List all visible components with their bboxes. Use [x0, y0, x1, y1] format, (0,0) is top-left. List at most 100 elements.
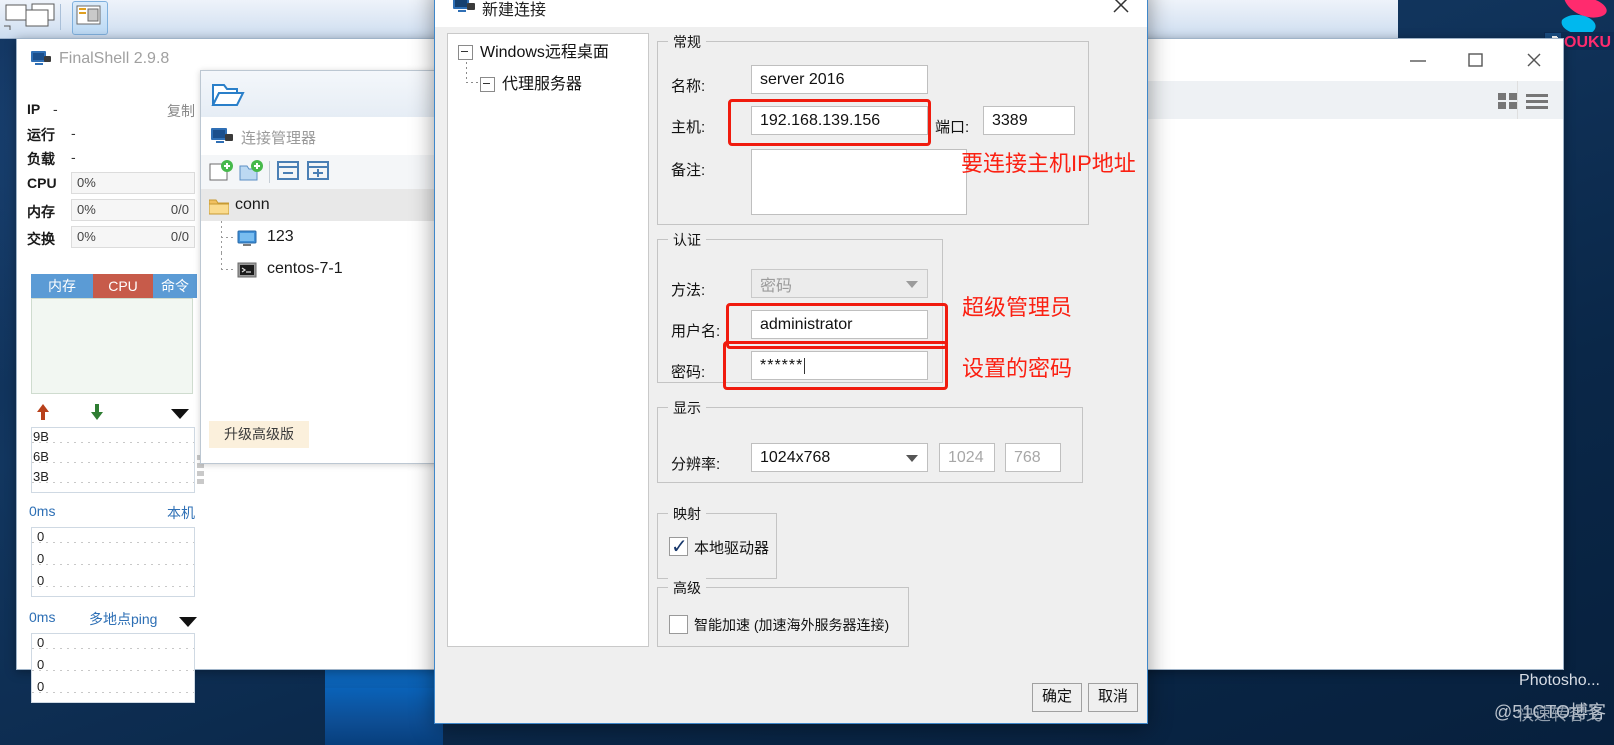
finalshell-title: FinalShell 2.9.8 [59, 50, 170, 67]
dialog-close-button[interactable] [1095, 0, 1147, 27]
swap-extra: 0/0 [170, 229, 189, 244]
upgrade-button[interactable]: 升级高级版 [209, 421, 309, 448]
background-toolbar-selected-button[interactable] [72, 1, 108, 35]
name-input[interactable]: server 2016 [751, 65, 928, 94]
smart-accel-checkbox[interactable] [669, 615, 688, 634]
run-value: - [71, 125, 76, 141]
dialog-tree-item-windows-rdp[interactable]: Windows远程桌面 [448, 34, 648, 68]
network-graph [31, 427, 195, 493]
new-file-plus-icon[interactable] [209, 160, 235, 184]
highlight-host [728, 99, 931, 146]
monitor-icon [31, 51, 51, 68]
tree-item-label: conn [235, 196, 270, 213]
new-connection-dialog: 新建连接 Windows远程桌面 代理服务器 常规 名称: server 201… [434, 0, 1148, 724]
run-label: 运行 [27, 127, 55, 143]
background-window-icon-2[interactable] [24, 2, 64, 41]
expander-icon[interactable] [480, 77, 495, 93]
tree-guide [466, 62, 467, 82]
host-label: 主机: [671, 119, 706, 136]
resolution-label: 分辨率: [671, 456, 721, 473]
connection-manager-title: 连接管理器 [241, 130, 317, 147]
annotation-password: 设置的密码 [962, 356, 1073, 381]
resolution-width-input[interactable]: 1024 [939, 443, 995, 472]
username-label: 用户名: [671, 323, 721, 340]
tree-guide [466, 82, 478, 83]
memory-extra: 0/0 [170, 202, 189, 217]
check-icon: ✓ [671, 536, 688, 558]
tab-cpu[interactable]: CPU [93, 274, 153, 298]
dialog-titlebar: 新建连接 [435, 0, 1147, 27]
memory-label: 内存 [27, 204, 55, 220]
ping-multi-tick-2: 0 [37, 679, 45, 694]
maximize-button[interactable] [1447, 39, 1505, 81]
dialog-title: 新建连接 [482, 2, 547, 19]
connection-manager-header: 连接管理器 [201, 117, 444, 156]
copy-button[interactable]: 复制 [167, 101, 195, 121]
ip-label: IP [27, 101, 41, 117]
connection-manager-toolbar [201, 71, 444, 118]
ok-button[interactable]: 确定 [1032, 683, 1082, 712]
connection-manager-buttonbar [201, 155, 444, 190]
load-label: 负载 [27, 151, 55, 167]
tree-item-123[interactable]: 123 [201, 221, 444, 253]
tree-item-conn[interactable]: conn [201, 189, 444, 221]
expander-icon[interactable] [458, 45, 473, 61]
chevron-down-icon [906, 280, 918, 288]
ping-local-label: 本机 [167, 505, 195, 521]
resolution-height-input[interactable]: 768 [1005, 443, 1061, 472]
group-auth-legend: 认证 [668, 230, 706, 250]
tree-item-label: 123 [267, 228, 294, 245]
port-input[interactable]: 3389 [983, 106, 1075, 135]
resolution-select[interactable]: 1024x768 [751, 443, 928, 472]
ping-local-tick-1: 0 [37, 551, 45, 566]
tree-item-centos[interactable]: centos-7-1 [201, 253, 444, 285]
chevron-down-icon[interactable] [171, 407, 189, 425]
dialog-tree-item-proxy[interactable]: 代理服务器 [448, 62, 648, 100]
minimize-button[interactable] [1389, 39, 1447, 81]
monitor-icon [453, 0, 475, 20]
ping-multi-tick-1: 0 [37, 657, 45, 672]
swap-meter: 0% 0/0 [71, 226, 195, 248]
monitor-icon [211, 128, 233, 151]
password-label: 密码: [671, 364, 706, 381]
name-label: 名称: [671, 78, 706, 95]
new-folder-plus-icon[interactable] [239, 160, 265, 184]
taskbar-app-label: Photosho... [1519, 672, 1600, 689]
chevron-down-icon [906, 454, 918, 462]
group-mapping-legend: 映射 [668, 504, 706, 524]
cpu-meter: 0% [71, 172, 195, 194]
grid-view-icon[interactable] [1497, 91, 1519, 116]
local-drive-checkbox[interactable]: ✓ [669, 536, 688, 558]
ip-value: - [53, 101, 58, 117]
method-label: 方法: [671, 282, 706, 299]
tab-memory[interactable]: 内存 [31, 274, 93, 298]
cancel-button[interactable]: 取消 [1088, 683, 1138, 712]
tab-command[interactable]: 命令 [153, 274, 197, 298]
method-select[interactable]: 密码 [751, 269, 928, 298]
close-button[interactable] [1505, 39, 1563, 81]
site-watermark-overlay: 快速转客戈 [1517, 705, 1602, 724]
network-tick-2: 3B [33, 469, 49, 484]
load-value: - [71, 149, 76, 165]
chevron-down-icon[interactable] [179, 615, 197, 633]
expand-icon[interactable] [307, 160, 333, 184]
note-input[interactable] [751, 149, 967, 215]
method-value: 密码 [760, 277, 793, 295]
buttonbar-divider [269, 161, 270, 183]
note-label: 备注: [671, 162, 706, 179]
open-folder-icon[interactable] [211, 79, 245, 114]
finalshell-status-panel: IP - 复制 运行 - 负载 - CPU 0% 内存 0% 0/0 交换 0%… [23, 83, 204, 703]
swap-value: 0% [77, 229, 96, 244]
annotation-username: 超级管理员 [962, 295, 1073, 320]
tree-item-label: centos-7-1 [267, 260, 343, 277]
ping-multi-graph [31, 633, 195, 703]
list-view-icon[interactable] [1525, 91, 1549, 116]
ping-local-tick-2: 0 [37, 573, 45, 588]
memory-value: 0% [77, 202, 96, 217]
smart-accel-label: 智能加速 (加速海外服务器连接) [694, 617, 890, 633]
ping-local-graph [31, 527, 195, 597]
annotation-host: 要连接主机IP地址 [961, 151, 1136, 176]
terminal-icon [237, 260, 257, 292]
ping-multi-label: 多地点ping [89, 611, 158, 627]
collapse-icon[interactable] [277, 160, 303, 184]
